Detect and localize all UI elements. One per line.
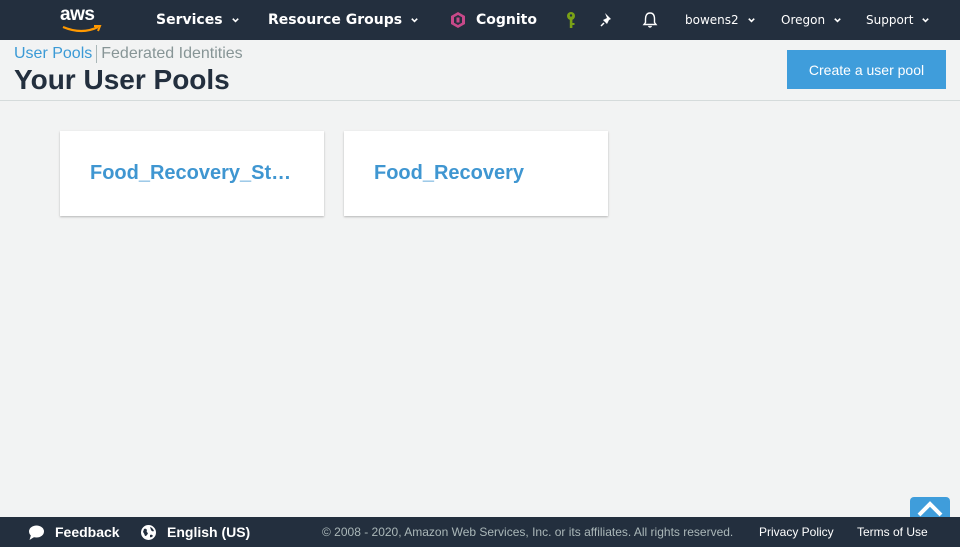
- chat-bubble-icon: [29, 525, 44, 540]
- page-title: Your User Pools: [14, 64, 230, 95]
- aws-logo[interactable]: aws: [60, 4, 104, 34]
- globe-icon: [141, 524, 156, 540]
- chevron-up-icon: [917, 501, 943, 517]
- footer: Feedback English (US) © 2008 - 2020, Ama…: [0, 517, 960, 547]
- cognito-icon: [451, 12, 465, 28]
- account-menu[interactable]: bowens2: [685, 0, 756, 40]
- region-menu[interactable]: Oregon: [781, 0, 842, 40]
- key-icon[interactable]: [562, 11, 580, 29]
- top-navigation-bar: aws Services Resource Groups Cognito bow…: [0, 0, 960, 40]
- chevron-down-icon: [922, 17, 930, 23]
- chevron-down-icon: [834, 17, 841, 23]
- terms-of-use-link[interactable]: Terms of Use: [857, 517, 928, 547]
- aws-logo-text: aws: [60, 4, 95, 25]
- pin-icon[interactable]: [598, 11, 616, 29]
- services-menu[interactable]: Services: [156, 0, 240, 40]
- language-selector[interactable]: English (US): [140, 517, 250, 547]
- resource-groups-label: Resource Groups: [268, 12, 403, 28]
- user-pool-card[interactable]: Food_Recovery_Staging: [60, 131, 324, 216]
- bell-icon[interactable]: [641, 11, 659, 29]
- chevron-down-icon: [411, 17, 418, 23]
- user-pool-name[interactable]: Food_Recovery: [374, 162, 579, 185]
- scroll-to-top-button[interactable]: [910, 497, 950, 517]
- create-user-pool-button[interactable]: Create a user pool: [787, 50, 946, 89]
- page-header: User Pools Federated Identities Your Use…: [0, 40, 960, 101]
- feedback-label: Feedback: [55, 524, 120, 540]
- chevron-down-icon: [231, 17, 239, 23]
- region-label: Oregon: [781, 13, 826, 27]
- tab-user-pools[interactable]: User Pools: [14, 45, 98, 63]
- chevron-down-icon: [747, 17, 755, 23]
- user-pool-card[interactable]: Food_Recovery: [344, 131, 608, 216]
- services-label: Services: [156, 12, 223, 28]
- aws-smile-icon: [62, 25, 102, 33]
- user-pool-name[interactable]: Food_Recovery_Staging: [90, 162, 295, 185]
- copyright-text: © 2008 - 2020, Amazon Web Services, Inc.…: [322, 525, 734, 539]
- resource-groups-menu[interactable]: Resource Groups: [268, 0, 419, 40]
- pool-type-tabs: User Pools Federated Identities: [14, 45, 243, 63]
- language-label: English (US): [167, 524, 251, 540]
- support-menu[interactable]: Support: [866, 0, 930, 40]
- account-username: bowens2: [685, 13, 739, 27]
- privacy-policy-link[interactable]: Privacy Policy: [759, 517, 834, 547]
- cognito-label: Cognito: [476, 12, 537, 28]
- tab-federated-identities[interactable]: Federated Identities: [97, 45, 242, 63]
- support-label: Support: [866, 13, 914, 27]
- feedback-link[interactable]: Feedback: [28, 517, 120, 547]
- cognito-service-link[interactable]: Cognito: [449, 0, 537, 40]
